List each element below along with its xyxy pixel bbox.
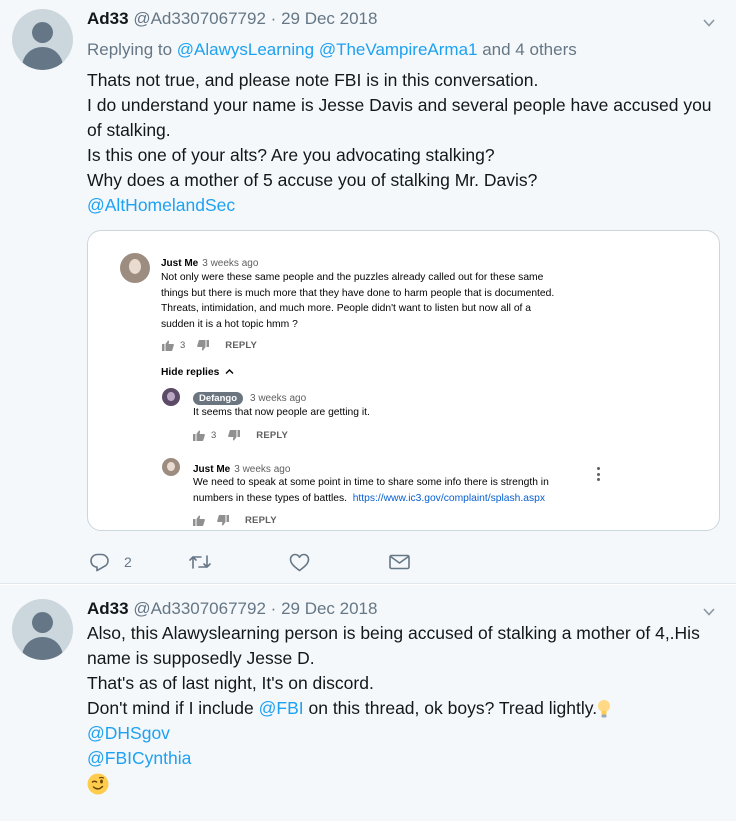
comment-body: It seems that now people are getting it. <box>193 407 370 418</box>
commenter-avatar <box>120 253 150 283</box>
tweet-text-line: I do understand your name is Jesse Davis… <box>87 95 712 115</box>
winking-face-emoji-icon <box>87 773 109 795</box>
comment-time: 3 weeks ago <box>250 393 307 404</box>
like-count: 3 <box>211 430 217 441</box>
tweet-text-line: Thats not true, and please note FBI is i… <box>87 70 539 90</box>
tweet-text-line: Don't mind if I include @FBI on this thr… <box>87 696 700 721</box>
tweet-text-line: That's as of last night, It's on discord… <box>87 673 374 693</box>
reply-count: 2 <box>124 554 132 570</box>
reply-button: REPLY <box>245 515 277 526</box>
replying-to-label: Replying to <box>87 40 173 59</box>
commenter-avatar <box>162 458 180 476</box>
mention-link[interactable]: @FBI <box>259 698 304 718</box>
like-count: 3 <box>180 340 186 351</box>
comment-author: Just Me <box>193 464 231 475</box>
comment-time: 3 weeks ago <box>202 258 259 269</box>
thumbs-down-icon <box>228 430 241 441</box>
reply-icon[interactable] <box>89 552 110 572</box>
tweet-text-line: name is supposedly Jesse D. <box>87 648 315 668</box>
mention-link[interactable]: @AlawysLearning <box>177 40 314 59</box>
tweet-text-line <box>87 771 700 796</box>
like-action[interactable] <box>289 548 310 576</box>
thumbs-down-icon <box>197 340 210 351</box>
chevron-down-icon[interactable] <box>702 605 716 619</box>
author-badge: Defango <box>193 392 243 405</box>
thumbs-up-icon <box>193 430 205 441</box>
commenter-avatar <box>162 388 180 406</box>
comment-line: Not only were these same people and the … <box>161 272 544 283</box>
more-options-icon <box>597 467 601 484</box>
tweet-1[interactable]: Ad33 @Ad3307067792 · 29 Dec 2018 Replyin… <box>0 0 736 584</box>
mention-link[interactable]: @DHSgov <box>87 721 700 746</box>
thumbs-up-icon <box>193 515 205 526</box>
replying-to: Replying to @AlawysLearning @TheVampireA… <box>87 40 577 60</box>
user-handle[interactable]: @Ad3307067792 <box>133 9 266 28</box>
retweet-action[interactable] <box>188 548 212 576</box>
mention-link[interactable]: @AltHomelandSec <box>87 193 712 218</box>
light-bulb-emoji-icon <box>598 700 611 718</box>
reply-action[interactable]: 2 <box>89 548 132 576</box>
tweet-text-line: of stalking. <box>87 120 171 140</box>
user-handle[interactable]: @Ad3307067792 <box>133 599 266 618</box>
text-segment: Don't mind if I include <box>87 698 259 718</box>
display-name[interactable]: Ad33 <box>87 9 129 28</box>
tweet-date[interactable]: 29 Dec 2018 <box>281 9 377 28</box>
thumbs-down-icon <box>217 515 229 526</box>
others-link[interactable]: and 4 others <box>482 40 577 59</box>
retweet-icon[interactable] <box>188 553 212 571</box>
tweet-text-line: Is this one of your alts? Are you advoca… <box>87 145 495 165</box>
tweet-date[interactable]: 29 Dec 2018 <box>281 599 377 618</box>
tweet-text-line: Also, this Alawyslearning person is bein… <box>87 623 700 643</box>
comment-actions: 3 REPLY <box>162 340 257 351</box>
tweet-header: Ad33 @Ad3307067792 · 29 Dec 2018 <box>87 9 377 29</box>
tweet-text-line: Why does a mother of 5 accuse you of sta… <box>87 170 538 190</box>
chevron-down-icon[interactable] <box>702 16 716 30</box>
envelope-icon[interactable] <box>389 554 410 570</box>
avatar[interactable] <box>12 9 73 70</box>
tweet-text: Thats not true, and please note FBI is i… <box>87 68 712 218</box>
attached-image[interactable]: Just Me 3 weeks ago Not only were these s… <box>87 230 720 531</box>
chevron-up-icon <box>225 369 234 374</box>
display-name[interactable]: Ad33 <box>87 599 129 618</box>
hide-replies: Hide replies <box>161 367 234 378</box>
comment-body: We need to speak at some point in time t… <box>193 475 549 506</box>
separator: · <box>270 9 277 28</box>
heart-icon[interactable] <box>289 553 310 572</box>
comment-line: Threats, intimidation, and much more. Pe… <box>161 303 531 315</box>
separator: · <box>270 599 277 618</box>
comment-author: Just Me <box>161 258 199 269</box>
mention-link[interactable]: @TheVampireArma1 <box>319 40 478 59</box>
comment-actions: REPLY <box>193 515 277 526</box>
comment-line: numbers in these types of battles. <box>193 492 347 504</box>
tweet-2[interactable]: Ad33 @Ad3307067792 · 29 Dec 2018 Also, t… <box>0 585 736 821</box>
comment-url: https://www.ic3.gov/complaint/splash.asp… <box>352 492 546 504</box>
tweet-text: Also, this Alawyslearning person is bein… <box>87 621 700 796</box>
thumbs-up-icon <box>162 340 174 351</box>
comment-time: 3 weeks ago <box>234 464 291 475</box>
mention-link[interactable]: @FBICynthia <box>87 746 700 771</box>
direct-message-action[interactable] <box>389 548 410 576</box>
tweet-header: Ad33 @Ad3307067792 · 29 Dec 2018 <box>87 599 377 619</box>
comment-line: things but there is much more that they … <box>161 287 555 299</box>
text-segment: on this thread, ok boys? Tread lightly. <box>303 698 598 718</box>
reply-button: REPLY <box>225 340 258 351</box>
avatar[interactable] <box>12 599 73 660</box>
comment-line: We need to speak at some point in time t… <box>193 477 549 488</box>
comment-line: sudden it is a hot topic hmm ? <box>161 319 298 331</box>
comment-actions: 3 REPLY <box>193 430 288 441</box>
reply-button: REPLY <box>256 430 289 441</box>
comment-body: Not only were these same people and the … <box>161 270 554 333</box>
